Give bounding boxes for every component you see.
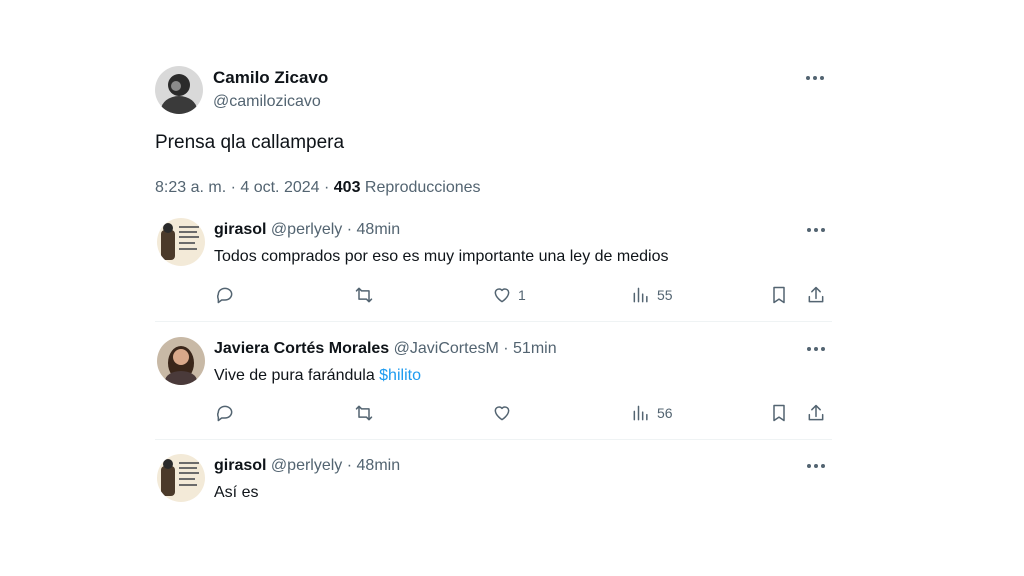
views-button[interactable]: 55 (631, 284, 673, 306)
tweet-meta: 8:23 a. m. · 4 oct. 2024 · 403 Reproducc… (155, 179, 481, 197)
analytics-icon (633, 405, 648, 421)
reply-author-name[interactable]: girasol (214, 457, 266, 474)
author-avatar[interactable] (155, 66, 203, 114)
views-count: 55 (657, 287, 673, 303)
like-button[interactable] (492, 402, 512, 424)
bookmark-icon (773, 404, 785, 422)
reply-header: Javiera Cortés Morales @JaviCortesM · 51… (214, 340, 557, 358)
bookmark-button[interactable] (769, 284, 789, 306)
reply-button[interactable] (215, 284, 235, 306)
bookmark-icon (773, 286, 785, 304)
reply-text: Así es (214, 484, 259, 501)
more-options-icon[interactable] (804, 341, 828, 357)
views-count: 403 (333, 179, 361, 196)
retweet-icon (355, 405, 373, 421)
divider (155, 439, 832, 440)
reply-text: Todos comprados por eso es muy important… (214, 248, 669, 265)
bookmark-button[interactable] (769, 402, 789, 424)
share-icon (808, 404, 824, 421)
views-count: 56 (657, 405, 673, 421)
retweet-button[interactable] (354, 284, 374, 306)
cashtag-link[interactable]: $hilito (379, 367, 421, 384)
tweet-text: Prensa qla callampera (155, 132, 345, 153)
reply-avatar[interactable] (157, 454, 205, 502)
author-handle[interactable]: @camilozicavo (213, 93, 321, 111)
share-icon (808, 286, 824, 303)
heart-icon (494, 288, 510, 303)
reply-avatar[interactable] (157, 218, 205, 266)
reply-header: girasol @perlyely · 48min (214, 457, 400, 475)
more-options-icon[interactable] (803, 70, 827, 86)
retweet-icon (355, 287, 373, 303)
reply-button[interactable] (215, 402, 235, 424)
share-button[interactable] (806, 284, 826, 306)
share-button[interactable] (806, 402, 826, 424)
reply-author-meta[interactable]: @JaviCortesM · 51min (394, 340, 557, 357)
reply-text-content: Vive de pura farándula (214, 367, 380, 384)
reply-icon (217, 287, 233, 304)
reply-author-meta[interactable]: @perlyely · 48min (271, 221, 400, 238)
author-name[interactable]: Camilo Zicavo (213, 68, 328, 88)
views-button[interactable]: 56 (631, 402, 673, 424)
like-count: 1 (518, 287, 526, 303)
tweet-time[interactable]: 8:23 a. m. · 4 oct. 2024 · (155, 179, 334, 196)
like-button[interactable]: 1 (492, 284, 526, 306)
retweet-button[interactable] (354, 402, 374, 424)
reply-author-meta[interactable]: @perlyely · 48min (271, 457, 400, 474)
more-options-icon[interactable] (804, 458, 828, 474)
divider (155, 321, 832, 322)
reply-author-name[interactable]: Javiera Cortés Morales (214, 340, 389, 357)
more-options-icon[interactable] (804, 222, 828, 238)
reply-author-name[interactable]: girasol (214, 221, 266, 238)
reply-icon (217, 405, 233, 422)
reply-avatar[interactable] (157, 337, 205, 385)
views-label: Reproducciones (364, 179, 481, 196)
analytics-icon (633, 287, 648, 303)
reply-header: girasol @perlyely · 48min (214, 221, 400, 239)
reply-text: Vive de pura farándula $hilito (214, 367, 421, 385)
heart-icon (494, 406, 510, 421)
